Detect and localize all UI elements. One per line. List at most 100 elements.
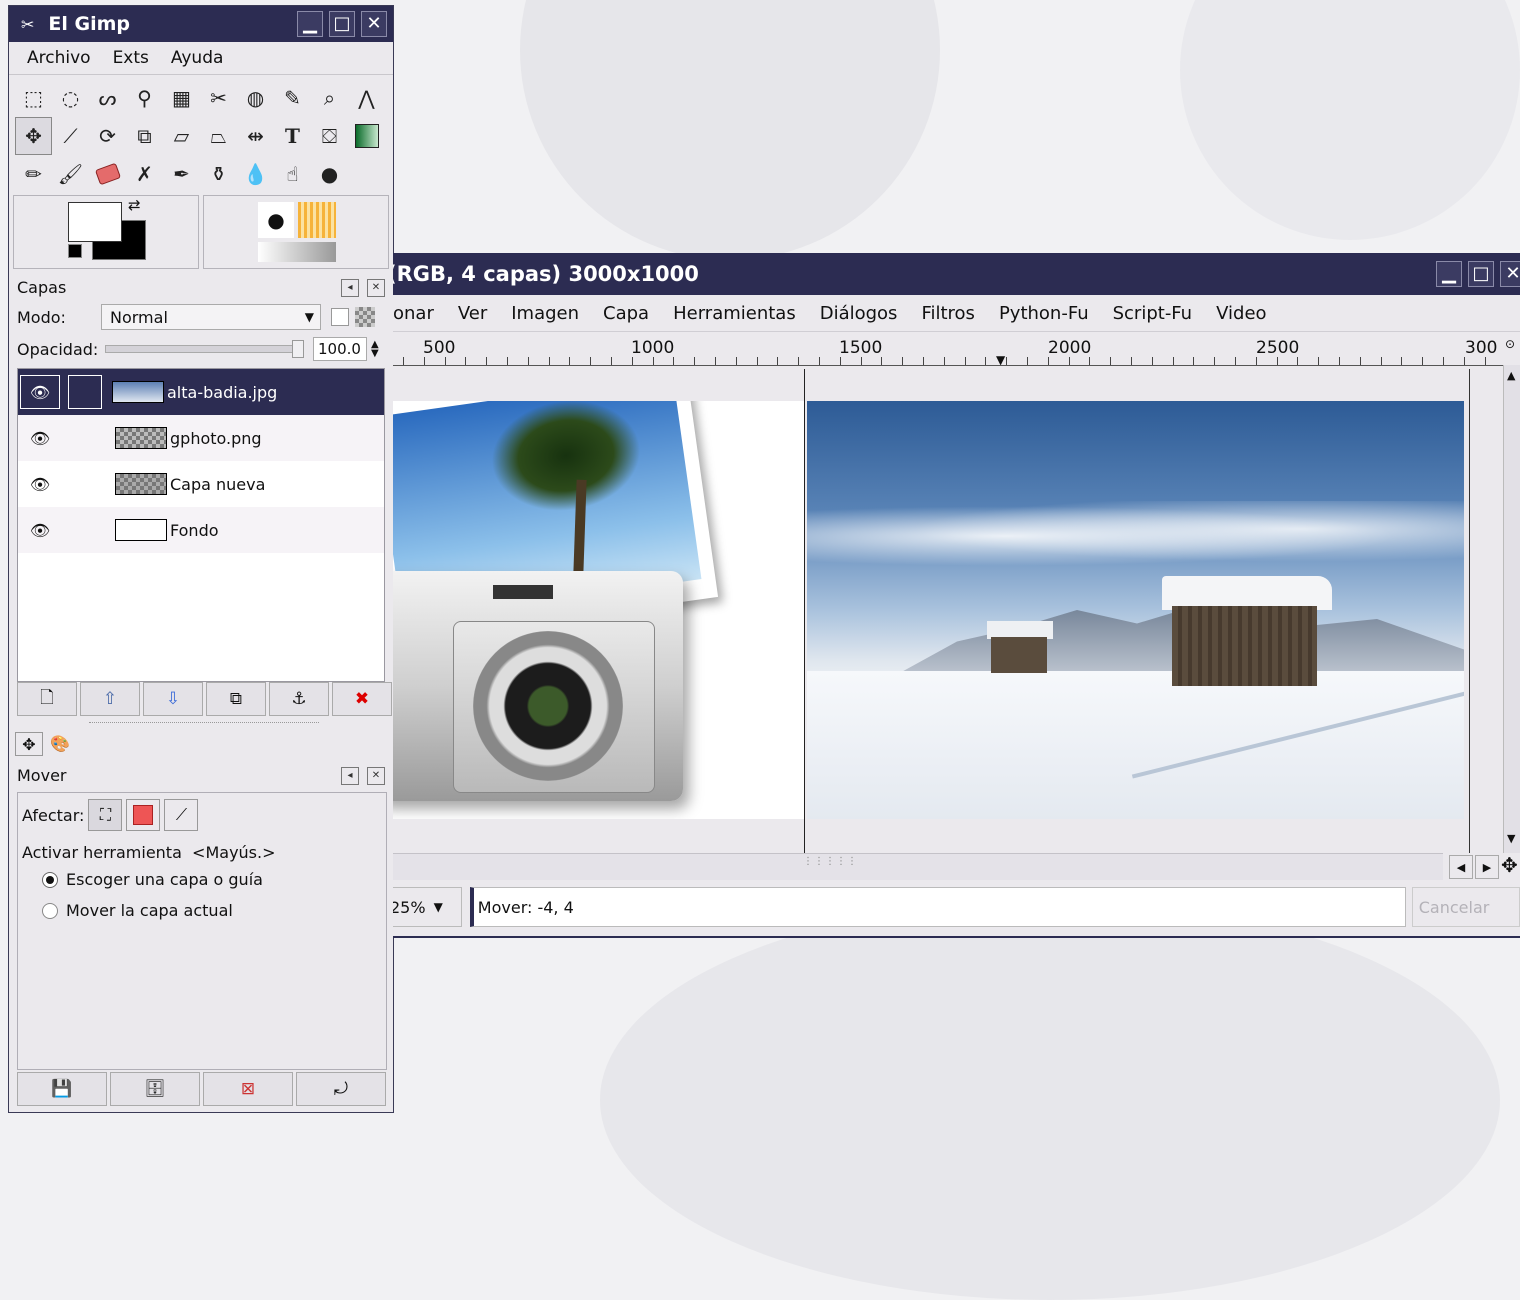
perspective-icon[interactable]: ⏢: [200, 117, 237, 155]
gradient-icon[interactable]: [348, 117, 385, 155]
menu-dialogos[interactable]: Diálogos: [820, 303, 898, 324]
airbrush-icon[interactable]: ✗: [126, 155, 163, 193]
radio-selected-icon[interactable]: [42, 871, 58, 888]
menu-python-fu[interactable]: Python-Fu: [999, 303, 1089, 324]
anchor-layer-button[interactable]: ⚓: [269, 682, 329, 716]
flip-icon[interactable]: ⇹: [237, 117, 274, 155]
reset-options-button[interactable]: ⤾: [296, 1072, 386, 1106]
default-colors-icon[interactable]: [68, 244, 82, 258]
toolbox-titlebar[interactable]: ✂ El Gimp ▁ □ ✕: [9, 6, 393, 42]
pattern-preview[interactable]: [298, 202, 336, 238]
foreground-select-icon[interactable]: ◍: [237, 79, 274, 117]
eraser-icon[interactable]: [89, 155, 126, 193]
option-move-current[interactable]: Mover la capa actual: [18, 893, 386, 928]
image-titlebar[interactable]: (RGB, 4 capas) 3000x1000 ▁ □ ✕: [393, 253, 1520, 295]
delete-layer-button[interactable]: ✖: [332, 682, 392, 716]
panel-menu-icon[interactable]: ◂: [341, 766, 359, 785]
minimize-button[interactable]: ▁: [1436, 261, 1462, 287]
menu-filtros[interactable]: Filtros: [921, 303, 975, 324]
paintbrush-icon[interactable]: 🖌: [52, 155, 89, 193]
scroll-left-button[interactable]: ◀: [1449, 855, 1473, 879]
lasso-icon[interactable]: ᔕ: [89, 79, 126, 117]
bucket-fill-icon[interactable]: ⛋: [311, 117, 348, 155]
menu-script-fu[interactable]: Script-Fu: [1113, 303, 1192, 324]
menu-ayuda[interactable]: Ayuda: [171, 48, 224, 68]
brush-preview[interactable]: ●: [258, 202, 294, 238]
blur-icon[interactable]: 💧: [237, 155, 274, 193]
navigate-icon[interactable]: ✥: [1501, 853, 1518, 877]
cancel-button[interactable]: Cancelar: [1411, 887, 1520, 927]
zoom-icon[interactable]: ⌕: [311, 79, 348, 117]
layer-row[interactable]: 👁 alta-badia.jpg: [18, 369, 384, 415]
menu-herramientas[interactable]: Herramientas: [673, 303, 796, 324]
lower-layer-button[interactable]: ⇩: [143, 682, 203, 716]
crop-icon[interactable]: ⟋: [52, 117, 89, 155]
pencil-icon[interactable]: ✏: [15, 155, 52, 193]
scale-icon[interactable]: ⧉: [126, 117, 163, 155]
opacity-slider-handle[interactable]: [292, 340, 304, 358]
restore-options-button[interactable]: 🗄: [110, 1072, 200, 1106]
vertical-scrollbar[interactable]: ▲ ▼: [1503, 365, 1520, 853]
gradient-preview[interactable]: [258, 242, 336, 262]
panel-close-icon[interactable]: ✕: [367, 278, 385, 297]
layer-chain-toggle[interactable]: [68, 375, 102, 409]
duplicate-layer-button[interactable]: ⧉: [206, 682, 266, 716]
layer-row[interactable]: 👁 Capa nueva: [18, 461, 384, 507]
measure-icon[interactable]: ⋀: [348, 79, 385, 117]
fg-bg-colors[interactable]: ⇄: [13, 195, 199, 269]
affect-path-button[interactable]: ⟋: [164, 799, 199, 831]
new-layer-button[interactable]: 🗋: [17, 682, 77, 716]
keep-transparency-checkbox[interactable]: [331, 308, 349, 326]
menu-ver[interactable]: Ver: [458, 303, 487, 324]
brush-pattern-gradient[interactable]: ●: [203, 195, 389, 269]
menu-video[interactable]: Video: [1216, 303, 1266, 324]
ink-icon[interactable]: ✒: [163, 155, 200, 193]
move-tab-icon[interactable]: ✥: [15, 732, 43, 756]
scissors-icon[interactable]: ✂: [200, 79, 237, 117]
visibility-eye-icon[interactable]: 👁: [20, 375, 60, 409]
zoom-dropdown[interactable]: 25% ▼: [393, 887, 462, 927]
foreground-color-swatch[interactable]: [68, 202, 122, 242]
menu-imagen[interactable]: Imagen: [511, 303, 579, 324]
layer-row[interactable]: 👁 Fondo: [18, 507, 384, 553]
text-icon[interactable]: T: [274, 117, 311, 155]
option-pick-layer[interactable]: Escoger una capa o guía: [18, 866, 386, 893]
close-button[interactable]: ✕: [361, 11, 387, 37]
clone-icon[interactable]: ⚱: [200, 155, 237, 193]
affect-layer-button[interactable]: ⛶: [88, 799, 123, 831]
rect-select-icon[interactable]: ⬚: [15, 79, 52, 117]
swap-colors-icon[interactable]: ⇄: [128, 196, 141, 214]
menu-exts[interactable]: Exts: [113, 48, 149, 68]
maximize-button[interactable]: □: [1468, 261, 1494, 287]
ruler-corner-icon[interactable]: ⊙: [1505, 337, 1519, 363]
menu-capa[interactable]: Capa: [603, 303, 649, 324]
raise-layer-button[interactable]: ⇧: [80, 682, 140, 716]
opacity-spin[interactable]: 100.0: [313, 337, 367, 361]
panel-menu-icon[interactable]: ◂: [341, 278, 359, 297]
menu-archivo[interactable]: Archivo: [27, 48, 91, 68]
spin-arrows-icon[interactable]: ▲ ▼: [371, 340, 379, 359]
minimize-button[interactable]: ▁: [297, 11, 323, 37]
visibility-eye-icon[interactable]: 👁: [21, 429, 59, 448]
dodge-burn-icon[interactable]: ●: [311, 155, 348, 193]
menu-seleccionar[interactable]: onar: [393, 303, 434, 324]
rotate-icon[interactable]: ⟳: [89, 117, 126, 155]
affect-selection-button[interactable]: [126, 799, 161, 831]
magic-wand-icon[interactable]: ⚲: [126, 79, 163, 117]
scroll-down-icon[interactable]: ▼: [1507, 832, 1515, 845]
shear-icon[interactable]: ▱: [163, 117, 200, 155]
select-by-color-icon[interactable]: ▦: [163, 79, 200, 117]
ellipse-select-icon[interactable]: ◌: [52, 79, 89, 117]
maximize-button[interactable]: □: [329, 11, 355, 37]
horizontal-scrollbar[interactable]: ⋮⋮⋮⋮⋮: [393, 853, 1443, 880]
palette-tab-icon[interactable]: 🎨: [47, 732, 73, 754]
visibility-eye-icon[interactable]: 👁: [21, 475, 59, 494]
visibility-eye-icon[interactable]: 👁: [21, 521, 59, 540]
radio-unselected-icon[interactable]: [42, 902, 58, 919]
move-icon[interactable]: ✥: [15, 117, 52, 155]
mode-dropdown[interactable]: Normal ▼: [101, 304, 321, 330]
canvas-area[interactable]: [393, 369, 1503, 853]
smudge-icon[interactable]: ☝: [274, 155, 311, 193]
horizontal-ruler[interactable]: 500 1000 1500 2000 2500 300 ▼: [393, 335, 1503, 366]
save-options-button[interactable]: 💾: [17, 1072, 107, 1106]
